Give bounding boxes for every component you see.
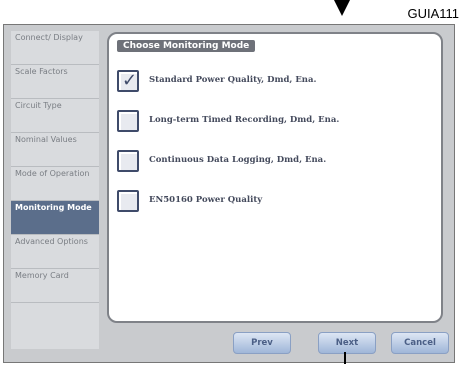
sidebar-item-connect-display[interactable]: Connect/ Display (11, 31, 99, 65)
pointer-arrow-icon (334, 0, 350, 16)
checkbox[interactable] (117, 190, 139, 212)
checkbox[interactable]: ✓ (117, 70, 139, 92)
option-standard-power-quality[interactable]: ✓ Standard Power Quality, Dmd, Ena. (117, 70, 437, 96)
cancel-button[interactable]: Cancel (391, 332, 449, 354)
figure-label: GUIA111 (407, 6, 459, 21)
sidebar-item-nominal-values[interactable]: Nominal Values (11, 133, 99, 167)
option-en50160-power-quality[interactable]: EN50160 Power Quality (117, 190, 437, 216)
sidebar-item-monitoring-mode[interactable]: Monitoring Mode (11, 201, 99, 235)
sidebar-item-mode-of-operation[interactable]: Mode of Operation (11, 167, 99, 201)
checkbox[interactable] (117, 110, 139, 132)
sidebar: Connect/ Display Scale Factors Circuit T… (11, 31, 99, 349)
callout-line (344, 352, 346, 364)
sidebar-item-advanced-options[interactable]: Advanced Options (11, 235, 99, 269)
option-label: Long-term Timed Recording, Dmd, Ena. (149, 115, 340, 125)
sidebar-item-circuit-type[interactable]: Circuit Type (11, 99, 99, 133)
checkbox[interactable] (117, 150, 139, 172)
option-continuous-data-logging[interactable]: Continuous Data Logging, Dmd, Ena. (117, 150, 437, 176)
panel-title: Choose Monitoring Mode (117, 40, 256, 52)
option-long-term-timed-recording[interactable]: Long-term Timed Recording, Dmd, Ena. (117, 110, 437, 136)
prev-button[interactable]: Prev (233, 332, 291, 354)
sidebar-item-scale-factors[interactable]: Scale Factors (11, 65, 99, 99)
checkmark-icon: ✓ (122, 70, 138, 91)
option-label: Continuous Data Logging, Dmd, Ena. (149, 155, 327, 165)
monitoring-mode-panel: Choose Monitoring Mode ✓ Standard Power … (107, 32, 443, 323)
sidebar-item-memory-card[interactable]: Memory Card (11, 269, 99, 303)
option-label: EN50160 Power Quality (149, 195, 263, 205)
next-button[interactable]: Next (318, 332, 376, 354)
option-label: Standard Power Quality, Dmd, Ena. (149, 75, 317, 85)
